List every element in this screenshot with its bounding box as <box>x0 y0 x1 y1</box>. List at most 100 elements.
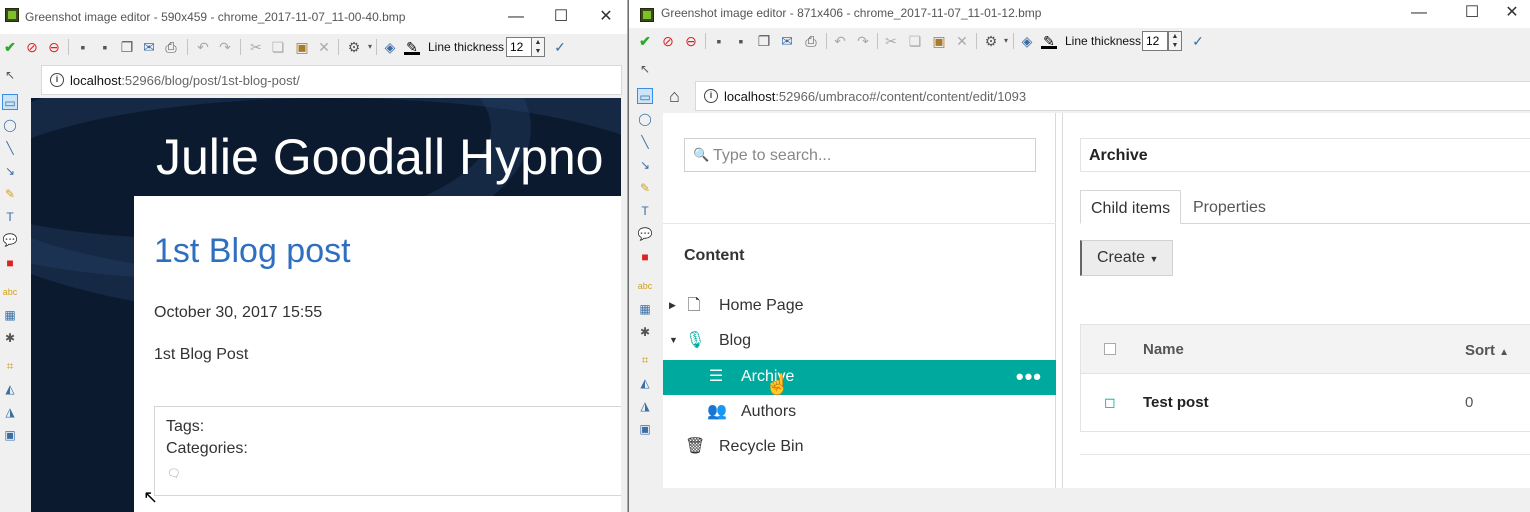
create-button[interactable]: Create ▼ <box>1080 240 1173 276</box>
rotate-right-icon[interactable]: ◮ <box>637 398 653 414</box>
maximize-button[interactable]: ☐ <box>538 4 584 30</box>
crop-tool-icon[interactable]: ⌗ <box>2 358 18 374</box>
minimize-button[interactable]: — <box>1396 0 1442 26</box>
settings-gear-icon[interactable]: ⚙ <box>983 33 999 49</box>
paste-icon[interactable]: ▣ <box>931 33 947 49</box>
rotate-left-icon[interactable]: ◭ <box>2 381 18 397</box>
chevron-right-icon[interactable]: ▶ <box>669 300 676 311</box>
print-icon[interactable]: ⎙ <box>163 39 179 55</box>
site-title[interactable]: Julie Goodall Hypno <box>156 128 604 186</box>
node-name-input[interactable]: Archive <box>1080 138 1530 172</box>
text-tool-icon[interactable]: T <box>2 209 18 225</box>
obfuscate-tool-icon[interactable]: ▦ <box>637 301 653 317</box>
freehand-tool-icon[interactable]: ✎ <box>637 180 653 196</box>
rotate-right-icon[interactable]: ◮ <box>2 404 18 420</box>
line-color-icon[interactable]: ✎ <box>404 39 420 55</box>
freehand-tool-icon[interactable]: ✎ <box>2 186 18 202</box>
highlight-tool-icon[interactable]: abc <box>637 278 653 294</box>
tree-item-archive[interactable]: ☰ Archive ••• <box>663 360 1056 395</box>
close-editor-icon[interactable]: ⊖ <box>46 39 62 55</box>
minimize-button[interactable]: — <box>493 4 539 30</box>
arrow-tool-icon[interactable]: ↘ <box>637 157 653 173</box>
rectangle-tool-icon[interactable]: ▭ <box>2 94 18 110</box>
duplicate-icon[interactable]: ❏ <box>907 33 923 49</box>
line-thickness-stepper[interactable]: ▲ ▼ <box>1168 31 1182 51</box>
url-text[interactable]: localhost:52966/blog/post/1st-blog-post/ <box>70 73 300 88</box>
close-editor-icon[interactable]: ⊖ <box>683 33 699 49</box>
home-icon[interactable]: ⌂ <box>669 86 680 107</box>
tree-item-home-page[interactable]: ▶ 🗋 Home Page <box>663 289 1056 324</box>
close-button[interactable]: ✕ <box>1489 0 1530 26</box>
pointer-tool-icon[interactable]: ↖ <box>637 61 653 77</box>
undo-icon[interactable]: ↶ <box>832 33 848 49</box>
line-thickness-input[interactable] <box>1142 31 1168 51</box>
chevron-down-icon[interactable]: ▾ <box>998 33 1014 49</box>
settings-gear-icon[interactable]: ⚙ <box>346 39 362 55</box>
text-tool-icon[interactable]: T <box>637 203 653 219</box>
pointer-tool-icon[interactable]: ↖ <box>2 67 18 83</box>
rectangle-tool-icon[interactable]: ▭ <box>637 88 653 104</box>
line-thickness-input[interactable] <box>506 37 532 57</box>
print-icon[interactable]: ⎙ <box>803 33 819 49</box>
cancel-icon[interactable]: ⊘ <box>660 33 676 49</box>
copy-icon[interactable]: ❐ <box>119 39 135 55</box>
counter-tool-icon[interactable]: ■ <box>2 255 18 271</box>
close-button[interactable]: ✕ <box>583 4 627 30</box>
row-name[interactable]: Test post <box>1143 394 1209 411</box>
save-icon[interactable]: ▪ <box>711 33 727 49</box>
info-icon[interactable]: i <box>50 73 64 87</box>
column-header-sort[interactable]: Sort ▲ <box>1465 342 1509 359</box>
delete-icon[interactable]: ✕ <box>954 33 970 49</box>
confirm-icon[interactable]: ✔ <box>2 39 18 55</box>
url-text[interactable]: localhost:52966/umbraco#/content/content… <box>724 89 1026 104</box>
tree-item-recycle-bin[interactable]: 🗑 Recycle Bin <box>663 430 1056 465</box>
email-icon[interactable]: ✉ <box>779 33 795 49</box>
confirm-icon[interactable]: ✔ <box>637 33 653 49</box>
duplicate-icon[interactable]: ❏ <box>270 39 286 55</box>
resize-tool-icon[interactable]: ▣ <box>2 427 18 443</box>
tree-item-authors[interactable]: 👥 Authors <box>663 395 1056 430</box>
post-title[interactable]: 1st Blog post <box>154 232 351 271</box>
speechbubble-tool-icon[interactable]: 💬 <box>2 232 18 248</box>
section-title[interactable]: Content <box>684 247 744 265</box>
info-icon[interactable]: i <box>704 89 718 103</box>
tab-properties[interactable]: Properties <box>1183 190 1276 224</box>
cut-icon[interactable]: ✂ <box>248 39 264 55</box>
shadow-icon[interactable]: ✓ <box>552 39 568 55</box>
delete-icon[interactable]: ✕ <box>316 39 332 55</box>
redo-icon[interactable]: ↷ <box>855 33 871 49</box>
search-input[interactable]: 🔍 Type to search... <box>684 138 1036 172</box>
table-row[interactable]: ◻ Test post 0 <box>1081 374 1530 432</box>
undo-icon[interactable]: ↶ <box>195 39 211 55</box>
address-bar[interactable]: i localhost:52966/umbraco#/content/conte… <box>695 81 1530 111</box>
save-as-icon[interactable]: ▪ <box>97 39 113 55</box>
shadow-icon[interactable]: ✓ <box>1190 33 1206 49</box>
chevron-down-icon[interactable]: ▼ <box>669 335 678 345</box>
more-options-icon[interactable]: ••• <box>1016 364 1042 390</box>
ellipse-tool-icon[interactable]: ◯ <box>637 111 653 127</box>
select-all-checkbox[interactable] <box>1104 343 1116 355</box>
resize-tool-icon[interactable]: ▣ <box>637 421 653 437</box>
line-thickness-stepper[interactable]: ▲ ▼ <box>531 37 545 57</box>
email-icon[interactable]: ✉ <box>141 39 157 55</box>
line-color-icon[interactable]: ✎ <box>1041 33 1057 49</box>
highlight-tool-icon[interactable]: abc <box>2 284 18 300</box>
redo-icon[interactable]: ↷ <box>217 39 233 55</box>
cut-icon[interactable]: ✂ <box>883 33 899 49</box>
line-tool-icon[interactable]: ╲ <box>637 134 653 150</box>
save-as-icon[interactable]: ▪ <box>733 33 749 49</box>
speechbubble-tool-icon[interactable]: 💬 <box>637 226 653 242</box>
column-header-name[interactable]: Name <box>1143 341 1184 358</box>
obfuscate-tool-icon[interactable]: ▦ <box>2 307 18 323</box>
line-tool-icon[interactable]: ╲ <box>2 140 18 156</box>
comment-icon[interactable]: 🗨 <box>167 467 181 480</box>
tab-child-items[interactable]: Child items <box>1080 190 1182 224</box>
paste-icon[interactable]: ▣ <box>294 39 310 55</box>
fill-color-icon[interactable]: ◈ <box>382 39 398 55</box>
copy-icon[interactable]: ❐ <box>756 33 772 49</box>
crop-tool-icon[interactable]: ⌗ <box>637 352 653 368</box>
rotate-left-icon[interactable]: ◭ <box>637 375 653 391</box>
effects-tool-icon[interactable]: ✱ <box>637 324 653 340</box>
title-bar[interactable]: Greenshot image editor - 590x459 - chrom… <box>0 0 627 34</box>
tree-item-blog[interactable]: ▼ 🎙 Blog <box>663 324 1056 359</box>
